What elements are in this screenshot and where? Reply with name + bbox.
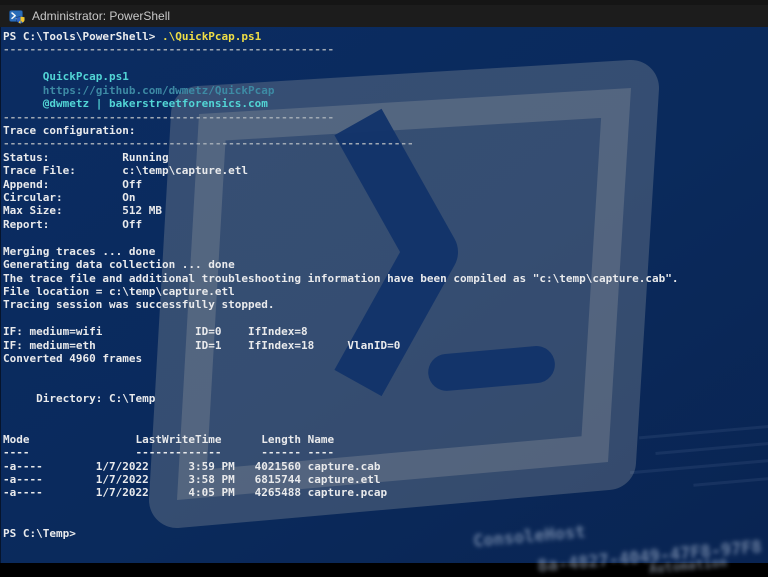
terminal[interactable]: ConsoleHost8a-4827-4049-47F8-97F8Automat… xyxy=(0,27,768,563)
terminal-line: Circular: On xyxy=(3,191,768,204)
terminal-line xyxy=(3,513,768,526)
terminal-line: ----------------------------------------… xyxy=(3,111,768,124)
terminal-line xyxy=(3,379,768,392)
terminal-line xyxy=(3,231,768,244)
terminal-line: The trace file and additional troublesho… xyxy=(3,272,768,285)
terminal-line xyxy=(3,312,768,325)
terminal-line: Directory: C:\Temp xyxy=(3,392,768,405)
terminal-line xyxy=(3,419,768,432)
terminal-line: Trace configuration: xyxy=(3,124,768,137)
terminal-line: Append: Off xyxy=(3,178,768,191)
terminal-line xyxy=(3,366,768,379)
terminal-line: PS C:\Temp> xyxy=(3,527,768,540)
title-bar[interactable]: Administrator: PowerShell xyxy=(0,0,768,27)
terminal-line: PS C:\Tools\PowerShell> .\QuickPcap.ps1 xyxy=(3,30,768,43)
terminal-line: Generating data collection ... done xyxy=(3,258,768,271)
powershell-app-icon xyxy=(9,8,25,24)
terminal-line: -a---- 1/7/2022 4:05 PM 4265488 capture.… xyxy=(3,486,768,499)
terminal-line: Report: Off xyxy=(3,218,768,231)
terminal-line: -a---- 1/7/2022 3:59 PM 4021560 capture.… xyxy=(3,460,768,473)
terminal-line: https://github.com/dwmetz/QuickPcap xyxy=(3,84,768,97)
terminal-line: ---- ------------- ------ ---- xyxy=(3,446,768,459)
terminal-line: IF: medium=eth ID=1 IfIndex=18 VlanID=0 xyxy=(3,339,768,352)
terminal-line xyxy=(3,406,768,419)
terminal-line: @dwmetz | bakerstreetforensics.com xyxy=(3,97,768,110)
terminal-line: Merging traces ... done xyxy=(3,245,768,258)
terminal-line: ----------------------------------------… xyxy=(3,137,768,150)
terminal-line: -a---- 1/7/2022 3:58 PM 6815744 capture.… xyxy=(3,473,768,486)
terminal-line: Tracing session was successfully stopped… xyxy=(3,298,768,311)
terminal-line xyxy=(3,500,768,513)
terminal-line: Converted 4960 frames xyxy=(3,352,768,365)
terminal-line: File location = c:\temp\capture.etl xyxy=(3,285,768,298)
terminal-line: ----------------------------------------… xyxy=(3,43,768,56)
uac-shield-icon xyxy=(17,16,25,23)
terminal-line: IF: medium=wifi ID=0 IfIndex=8 xyxy=(3,325,768,338)
terminal-output: PS C:\Tools\PowerShell> .\QuickPcap.ps1-… xyxy=(1,27,768,563)
window-title: Administrator: PowerShell xyxy=(32,9,170,23)
terminal-line: QuickPcap.ps1 xyxy=(3,70,768,83)
terminal-line xyxy=(3,57,768,70)
terminal-line: Trace File: c:\temp\capture.etl xyxy=(3,164,768,177)
terminal-line: Status: Running xyxy=(3,151,768,164)
powershell-window: Administrator: PowerShell xyxy=(0,0,768,563)
terminal-line: Max Size: 512 MB xyxy=(3,204,768,217)
terminal-line: Mode LastWriteTime Length Name xyxy=(3,433,768,446)
